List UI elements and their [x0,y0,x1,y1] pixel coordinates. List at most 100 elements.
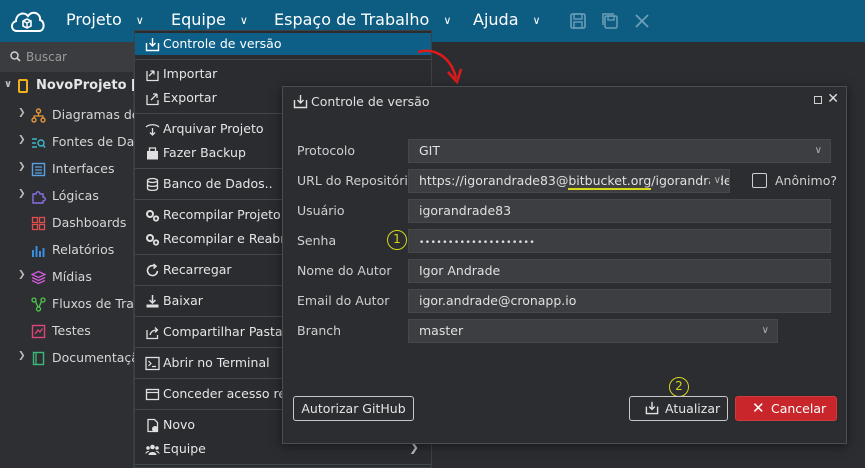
author-email-input[interactable]: igor.andrade@cronapp.io [408,289,831,313]
maximize-icon[interactable] [814,96,822,104]
annotation-arrow-icon [417,49,463,85]
close-icon[interactable] [633,12,651,30]
anonymous-checkbox[interactable] [752,173,767,188]
export-icon [146,93,159,106]
branch-select[interactable]: master ∨ [408,319,778,343]
tree-item-label: Fontes de Dados [52,134,134,149]
tree-item-label: Interfaces [52,161,115,176]
layers-icon [31,270,46,285]
book-icon [32,351,45,366]
tree-item-dashboards[interactable]: Dashboards [0,212,134,234]
data-source-icon [32,138,46,148]
menu-item-label: Arquivar Projeto [163,121,264,136]
tree-project-root[interactable]: ∨ NovoProjeto [ma [0,76,134,98]
author-name-value: Igor Andrade [419,263,501,278]
access-icon [145,388,160,401]
tree-item-testes[interactable]: Testes [0,320,134,342]
sidebar-search [0,42,134,72]
protocol-label: Protocolo [297,143,356,158]
search-input[interactable] [26,48,130,66]
password-input[interactable]: •••••••••••••••••••• [408,229,831,253]
menu-item-label: Fazer Backup [163,145,246,160]
tree-item-logicas[interactable]: ❯ Lógicas [0,185,134,207]
download-tray-icon [293,95,308,109]
cancel-button[interactable]: ✕ Cancelar [735,396,837,421]
tree-item-fluxos-de-trabalho[interactable]: Fluxos de Trab [0,293,134,315]
author-email-label: Email do Autor [297,293,390,308]
tree-item-label: Mídias [52,269,92,284]
bar-chart-icon [32,246,45,257]
share-icon [146,327,159,340]
chevron-right-icon[interactable]: ❯ [18,189,26,199]
version-control-dialog: Controle de versão ✕ Protocolo GIT ∨ URL… [282,86,847,444]
authorize-github-label: Autorizar GitHub [301,401,406,416]
repo-url-host: bitbucket.org [568,173,652,190]
menu-divider [135,464,431,465]
top-menu-bar: Projeto ∨ Equipe ∨ Espaço de Trabalho ∨ Aju… [0,0,865,42]
repo-url-input[interactable]: https://igorandrade83@bitbucket.org/igor… [408,169,730,193]
password-value: •••••••••••••••••••• [419,238,536,248]
chevron-down-icon[interactable]: ∨ [4,79,12,90]
dashboard-icon [31,216,46,231]
menu-item-label: Banco de Dados.. [163,176,273,191]
cancel-label: Cancelar [771,401,827,416]
tree-item-interfaces[interactable]: ❯ Interfaces [0,158,134,180]
chevron-right-icon[interactable]: ❯ [18,162,26,172]
project-sidebar: ∨ NovoProjeto [ma ❯ Diagramas de ❯ Fonte… [0,42,134,468]
password-label: Senha [297,233,337,248]
team-icon [145,444,160,455]
repo-url-label: URL do Repositório [297,173,416,188]
workflow-icon [31,297,46,312]
author-name-input[interactable]: Igor Andrade [408,259,831,283]
chevron-right-icon[interactable]: ❯ [18,135,26,145]
close-icon: ✕ [752,399,765,417]
reload-icon [146,263,159,277]
chevron-down-icon: ∨ [814,145,822,156]
update-label: Atualizar [665,401,721,416]
diagram-icon [31,108,46,123]
repo-url-prefix: https://igorandrade83@ [419,173,569,188]
archive-icon [145,124,160,136]
user-input[interactable]: igorandrade83 [408,199,831,223]
close-icon[interactable]: ✕ [827,91,839,107]
dialog-header: Controle de versão ✕ [283,87,846,115]
chevron-down-icon: ∨ [532,14,541,27]
chevron-right-icon[interactable]: ❯ [18,108,26,118]
project-icon [18,79,28,93]
gears-icon [146,210,160,222]
menu-equipe-label: Equipe [171,10,226,29]
menu-item-label: Recarregar [163,262,232,277]
branch-value: master [419,323,464,338]
cloud-logo-icon[interactable] [8,6,46,36]
tree-item-documentacao[interactable]: ❯ Documentação [0,347,134,369]
download-icon [146,295,159,308]
menu-projeto[interactable]: Projeto ∨ [66,0,144,42]
tree-item-diagramas[interactable]: ❯ Diagramas de [0,104,134,126]
chevron-down-icon: ∨ [709,170,721,192]
user-label: Usuário [297,203,345,218]
puzzle-icon [32,191,46,204]
menu-item-controle-de-versao[interactable]: Controle de versão [135,33,431,55]
update-button[interactable]: Atualizar [629,396,728,421]
authorize-github-button[interactable]: Autorizar GitHub [293,396,414,421]
save-icon[interactable] [569,12,587,30]
step-badge-1: 1 [387,230,407,250]
menu-item-label: Compartilhar Pasta [163,324,283,339]
tree-item-label: Lógicas [52,188,99,203]
tree-item-midias[interactable]: ❯ Mídias [0,266,134,288]
chevron-right-icon[interactable]: ❯ [18,351,26,361]
protocol-select[interactable]: GIT ∨ [408,139,831,163]
tree-item-label: Documentação [52,350,134,365]
chevron-right-icon[interactable]: ❯ [18,270,26,280]
tree-item-label: Relatórios [52,242,115,257]
chevron-down-icon: ∨ [443,14,452,27]
menu-ajuda[interactable]: Ajuda ∨ [473,0,541,42]
menu-divider [135,59,431,60]
tree-item-fontes-de-dados[interactable]: ❯ Fontes de Dados [0,131,134,153]
menu-item-label: Importar [163,66,218,81]
tree-item-label: Fluxos de Trab [52,296,134,311]
save-all-icon[interactable] [601,12,619,30]
tree-item-relatorios[interactable]: Relatórios [0,239,134,261]
menu-item-importar[interactable]: Importar [135,63,431,85]
dialog-title: Controle de versão [311,94,430,109]
